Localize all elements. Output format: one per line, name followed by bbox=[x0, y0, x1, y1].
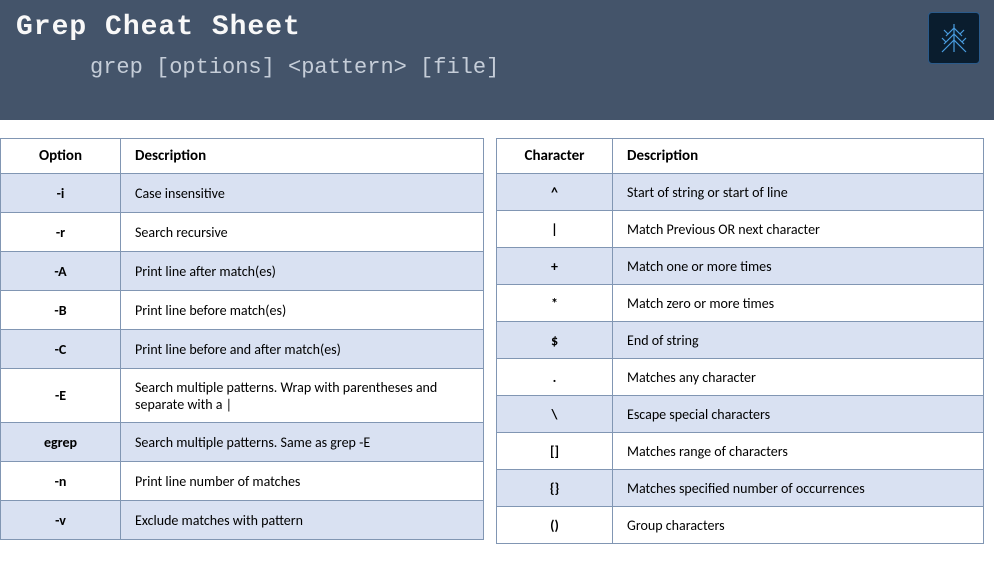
table-row: -r Search recursive bbox=[1, 213, 484, 252]
usage-syntax: grep [options] <pattern> [file] bbox=[90, 55, 978, 80]
character-cell: ^ bbox=[497, 174, 613, 211]
table-row: $ End of string bbox=[497, 322, 984, 359]
characters-header-description: Description bbox=[613, 139, 984, 174]
option-cell: -r bbox=[1, 213, 121, 252]
table-row: + Match one or more times bbox=[497, 248, 984, 285]
description-cell: Match one or more times bbox=[613, 248, 984, 285]
options-header-description: Description bbox=[121, 139, 484, 174]
description-cell: Case insensitive bbox=[121, 174, 484, 213]
table-row: egrep Search multiple patterns. Same as … bbox=[1, 423, 484, 462]
option-cell: egrep bbox=[1, 423, 121, 462]
description-cell: Matches any character bbox=[613, 359, 984, 396]
option-cell: -v bbox=[1, 501, 121, 540]
description-cell: Search multiple patterns. Same as grep -… bbox=[121, 423, 484, 462]
character-cell: * bbox=[497, 285, 613, 322]
table-row: \ Escape special characters bbox=[497, 396, 984, 433]
table-row: ^ Start of string or start of line bbox=[497, 174, 984, 211]
table-row: -B Print line before match(es) bbox=[1, 291, 484, 330]
description-cell: Match Previous OR next character bbox=[613, 211, 984, 248]
table-row: {} Matches specified number of occurrenc… bbox=[497, 470, 984, 507]
header: Grep Cheat Sheet grep [options] <pattern… bbox=[0, 0, 994, 120]
description-cell: Print line before match(es) bbox=[121, 291, 484, 330]
characters-table: Character Description ^ Start of string … bbox=[496, 138, 984, 544]
table-row: -A Print line after match(es) bbox=[1, 252, 484, 291]
description-cell: Print line before and after match(es) bbox=[121, 330, 484, 369]
character-cell: \ bbox=[497, 396, 613, 433]
description-cell: Search multiple patterns. Wrap with pare… bbox=[121, 369, 484, 423]
character-cell: | bbox=[497, 211, 613, 248]
option-cell: -E bbox=[1, 369, 121, 423]
page-title: Grep Cheat Sheet bbox=[16, 12, 978, 43]
description-cell: Matches specified number of occurrences bbox=[613, 470, 984, 507]
options-table: Option Description -i Case insensitive -… bbox=[0, 138, 484, 540]
description-cell: Group characters bbox=[613, 507, 984, 544]
character-cell: $ bbox=[497, 322, 613, 359]
table-row: [] Matches range of characters bbox=[497, 433, 984, 470]
description-cell: Start of string or start of line bbox=[613, 174, 984, 211]
description-cell: Match zero or more times bbox=[613, 285, 984, 322]
character-cell: () bbox=[497, 507, 613, 544]
option-cell: -A bbox=[1, 252, 121, 291]
character-cell: {} bbox=[497, 470, 613, 507]
character-cell: . bbox=[497, 359, 613, 396]
options-table-wrapper: Option Description -i Case insensitive -… bbox=[0, 138, 484, 544]
description-cell: Escape special characters bbox=[613, 396, 984, 433]
table-row: -C Print line before and after match(es) bbox=[1, 330, 484, 369]
table-row: -E Search multiple patterns. Wrap with p… bbox=[1, 369, 484, 423]
options-header-option: Option bbox=[1, 139, 121, 174]
description-cell: Print line after match(es) bbox=[121, 252, 484, 291]
description-cell: Search recursive bbox=[121, 213, 484, 252]
option-cell: -n bbox=[1, 462, 121, 501]
characters-header-character: Character bbox=[497, 139, 613, 174]
table-row: () Group characters bbox=[497, 507, 984, 544]
description-cell: Print line number of matches bbox=[121, 462, 484, 501]
option-cell: -i bbox=[1, 174, 121, 213]
option-cell: -B bbox=[1, 291, 121, 330]
description-cell: Exclude matches with pattern bbox=[121, 501, 484, 540]
description-cell: Matches range of characters bbox=[613, 433, 984, 470]
table-row: . Matches any character bbox=[497, 359, 984, 396]
table-row: | Match Previous OR next character bbox=[497, 211, 984, 248]
table-row: -n Print line number of matches bbox=[1, 462, 484, 501]
characters-table-wrapper: Character Description ^ Start of string … bbox=[496, 138, 984, 544]
description-cell: End of string bbox=[613, 322, 984, 359]
option-cell: -C bbox=[1, 330, 121, 369]
tables-container: Option Description -i Case insensitive -… bbox=[0, 120, 994, 544]
character-cell: + bbox=[497, 248, 613, 285]
character-cell: [] bbox=[497, 433, 613, 470]
logo-icon bbox=[928, 12, 980, 64]
table-row: -v Exclude matches with pattern bbox=[1, 501, 484, 540]
table-row: * Match zero or more times bbox=[497, 285, 984, 322]
table-row: -i Case insensitive bbox=[1, 174, 484, 213]
